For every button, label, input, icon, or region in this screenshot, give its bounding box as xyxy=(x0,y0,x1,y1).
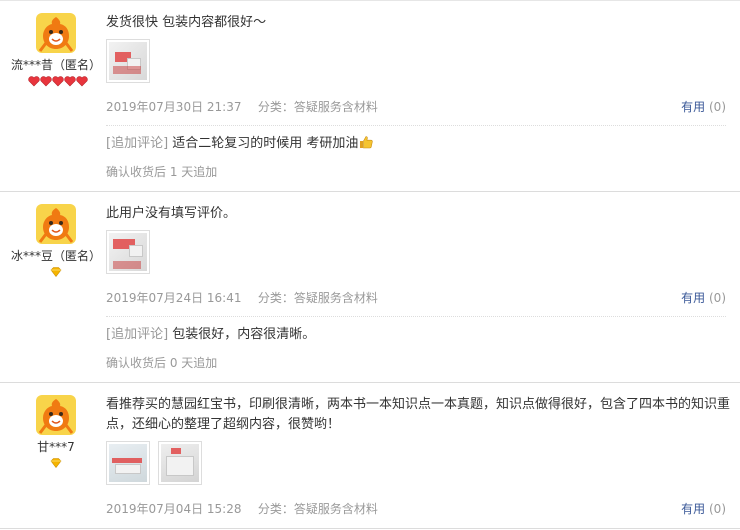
review-photos xyxy=(106,441,740,485)
photo-thumbnail[interactable] xyxy=(106,441,150,485)
review-category: 分类：答疑服务含材料 xyxy=(257,502,378,516)
review-content: 此用户没有填写评价。 2019年07月24日 16:41 分类：答疑服务含材料 … xyxy=(106,192,740,377)
review-item: 冰***豆（匿名） 此用户没有填写评价。 2019年07月24日 16:41 分… xyxy=(0,192,740,383)
useful-count: (0) xyxy=(709,502,726,516)
append-text: 适合二轮复习的时候用 考研加油 xyxy=(172,136,359,151)
photo-thumbnail[interactable] xyxy=(158,441,202,485)
avatar[interactable] xyxy=(36,204,76,244)
avatar[interactable] xyxy=(36,395,76,435)
review-text: 此用户没有填写评价。 xyxy=(106,206,237,221)
useful-count: (0) xyxy=(709,100,726,114)
review-date: 2019年07月04日 15:28 xyxy=(106,502,242,516)
thumbs-up-icon xyxy=(360,136,374,149)
review-meta: 2019年07月04日 15:28 分类：答疑服务含材料 有用 (0) xyxy=(106,497,740,521)
review-list: 流***昔（匿名） 发货很快 包装内容都很好～ 2019年07月30日 21:3… xyxy=(0,0,740,530)
useful-button[interactable]: 有用 xyxy=(681,291,705,305)
useful-vote: 有用 (0) xyxy=(681,286,726,310)
review-item: 流***昔（匿名） 发货很快 包装内容都很好～ 2019年07月30日 21:3… xyxy=(0,1,740,192)
review-text: 发货很快 包装内容都很好～ xyxy=(106,15,267,30)
reviewer-level xyxy=(0,76,112,88)
reviewer-level xyxy=(0,458,112,470)
review-date: 2019年07月24日 16:41 xyxy=(106,291,242,305)
append-review: [追加评论] 包装很好，内容很清晰。 xyxy=(106,317,740,345)
review-text: 看推荐买的慧园红宝书，印刷很清晰，两本书一本知识点一本真题，知识点做得很好，包含… xyxy=(106,397,731,432)
append-after: 确认收货后 0 天追加 xyxy=(106,356,218,370)
heart-icon xyxy=(40,76,52,87)
reviewer-name: 冰***豆（匿名） xyxy=(10,249,101,263)
heart-icon xyxy=(64,76,76,87)
review-category: 分类：答疑服务含材料 xyxy=(257,100,378,114)
review-content: 看推荐买的慧园红宝书，印刷很清晰，两本书一本知识点一本真题，知识点做得很好，包含… xyxy=(106,383,740,521)
reviewer-name: 流***昔（匿名） xyxy=(10,58,101,72)
review-meta: 2019年07月24日 16:41 分类：答疑服务含材料 有用 (0) xyxy=(106,286,740,310)
heart-icon xyxy=(28,76,40,87)
reviewer-info: 甘***7 xyxy=(0,395,112,470)
photo-thumbnail[interactable] xyxy=(106,230,150,274)
append-review: [追加评论] 适合二轮复习的时候用 考研加油 xyxy=(106,126,740,154)
avatar[interactable] xyxy=(36,13,76,53)
review-category: 分类：答疑服务含材料 xyxy=(257,291,378,305)
append-text: 包装很好，内容很清晰。 xyxy=(172,327,316,342)
reviewer-level xyxy=(0,267,112,279)
append-tag: [追加评论] xyxy=(106,327,169,342)
append-tag: [追加评论] xyxy=(106,136,169,151)
reviewer-info: 流***昔（匿名） xyxy=(0,13,112,88)
review-photos xyxy=(106,230,740,274)
useful-count: (0) xyxy=(709,291,726,305)
reviewer-info: 冰***豆（匿名） xyxy=(0,204,112,279)
reviewer-name: 甘***7 xyxy=(37,440,75,454)
review-item: 甘***7 看推荐买的慧园红宝书，印刷很清晰，两本书一本知识点一本真题，知识点做… xyxy=(0,383,740,529)
useful-vote: 有用 (0) xyxy=(681,497,726,521)
append-after: 确认收货后 1 天追加 xyxy=(106,165,218,179)
useful-button[interactable]: 有用 xyxy=(681,502,705,516)
diamond-icon xyxy=(50,458,62,468)
review-meta: 2019年07月30日 21:37 分类：答疑服务含材料 有用 (0) xyxy=(106,95,740,119)
review-content: 发货很快 包装内容都很好～ 2019年07月30日 21:37 分类：答疑服务含… xyxy=(106,1,740,186)
review-photos xyxy=(106,39,740,83)
useful-button[interactable]: 有用 xyxy=(681,100,705,114)
useful-vote: 有用 (0) xyxy=(681,95,726,119)
review-date: 2019年07月30日 21:37 xyxy=(106,100,242,114)
photo-thumbnail[interactable] xyxy=(106,39,150,83)
diamond-icon xyxy=(50,267,62,277)
heart-icon xyxy=(76,76,88,87)
heart-icon xyxy=(52,76,64,87)
